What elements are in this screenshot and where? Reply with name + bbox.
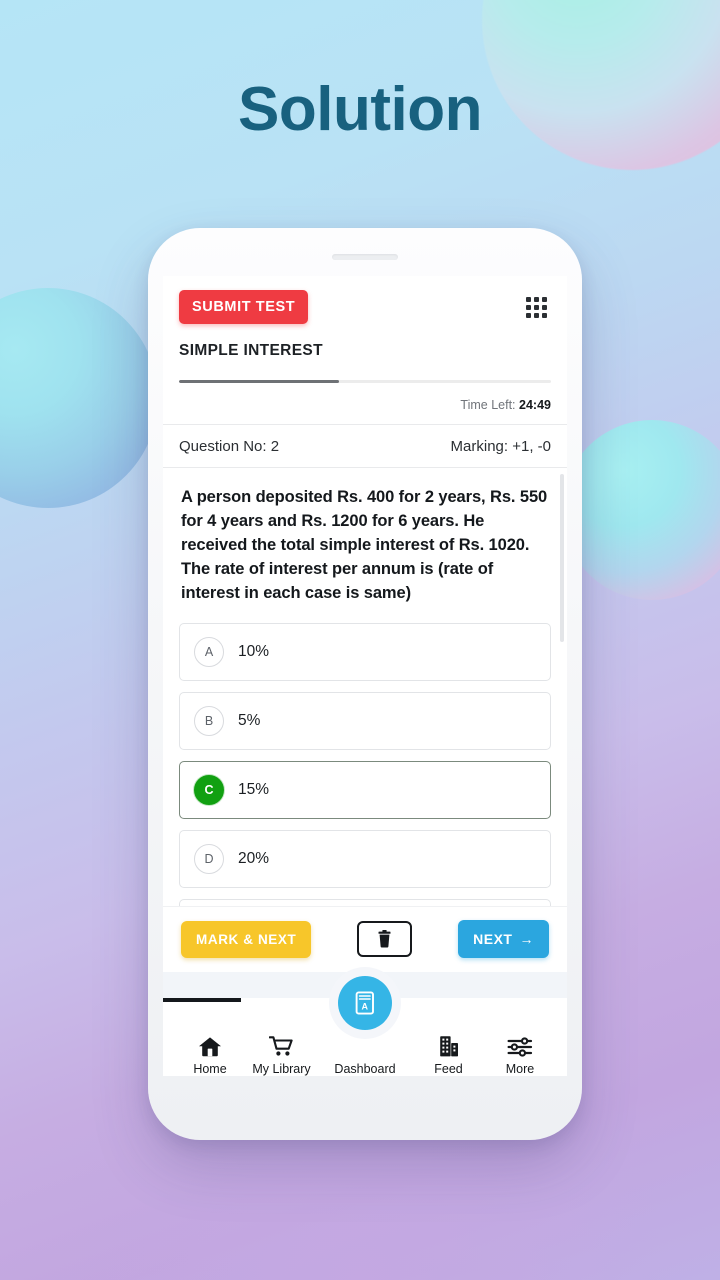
next-button-label: NEXT [473,931,513,947]
option-label: 20% [238,849,270,867]
submit-test-button[interactable]: SUBMIT TEST [179,290,309,324]
decorative-bubble-right [562,420,720,600]
nav-item-home[interactable]: Home [179,1036,241,1076]
option-b[interactable]: B 5% [179,691,551,750]
option-d[interactable]: D 20% [179,829,551,888]
dashboard-fab-button[interactable]: A [338,976,392,1030]
nav-label: More [505,1062,535,1076]
option-badge: A [194,636,224,667]
time-left: Time Left: 24:49 [179,398,551,424]
question-meta-bar: Question No: 2 Marking: +1, -0 [163,424,567,468]
option-c[interactable]: C 15% [179,760,551,819]
scrollbar-thumb[interactable] [560,474,564,642]
test-progress-bar [179,380,551,383]
question-text: A person deposited Rs. 400 for 2 years, … [181,488,548,602]
option-badge: D [194,843,224,874]
option-label: 15% [238,780,270,798]
bottom-nav-row: Home My Library A Dashboard Feed More [163,976,567,1076]
building-icon [437,1035,461,1057]
nav-item-more[interactable]: More [489,1036,551,1076]
option-next-clipped[interactable] [179,898,551,906]
clear-response-button[interactable] [357,921,413,957]
nav-item-dashboard[interactable]: A Dashboard [322,976,408,1076]
time-left-value: 24:49 [519,398,551,412]
arrow-right-icon: → [519,931,534,947]
nav-label: Home [193,1062,227,1076]
cart-icon [268,1036,295,1057]
nav-item-my-library[interactable]: My Library [251,1036,313,1076]
marking-scheme: Marking: +1, -0 [450,438,551,455]
option-badge-correct: C [194,774,224,805]
home-icon [198,1036,222,1057]
mark-and-next-button[interactable]: MARK & NEXT [181,920,312,958]
option-badge: B [194,705,224,736]
next-button[interactable]: NEXT → [458,920,549,958]
app-header: SUBMIT TEST SIMPLE INTEREST Time Left: 2… [163,276,567,424]
nav-label: Feed [434,1062,463,1076]
phone-screen: SUBMIT TEST SIMPLE INTEREST Time Left: 2… [163,276,567,1076]
nav-label: My Library [252,1062,311,1076]
question-scroll-area[interactable]: A person deposited Rs. 400 for 2 years, … [163,468,567,906]
phone-mockup: SUBMIT TEST SIMPLE INTEREST Time Left: 2… [148,228,582,1140]
option-label: 5% [238,711,261,729]
nav-item-feed[interactable]: Feed [418,1035,480,1076]
test-progress-fill [179,380,339,383]
page-title: Solution [238,75,482,144]
test-title: SIMPLE INTEREST [179,342,323,359]
svg-text:A: A [362,1002,369,1012]
apps-grid-icon[interactable] [526,296,547,318]
time-left-label: Time Left: [460,398,516,412]
header-top-row: SUBMIT TEST [179,290,551,324]
phone-speaker [332,254,398,260]
option-label: 10% [238,642,270,660]
trash-icon [377,930,392,948]
active-tab-indicator [163,998,241,1002]
nav-label: Dashboard [334,1062,396,1076]
option-a[interactable]: A 10% [179,622,551,681]
action-bar: MARK & NEXT NEXT → [163,906,567,972]
decorative-bubble-left [0,288,158,508]
sliders-icon [507,1036,533,1057]
bottom-navigation: Home My Library A Dashboard Feed More [163,976,567,1076]
question-number: Question No: 2 [179,438,280,455]
book-a-icon: A [353,990,377,1016]
